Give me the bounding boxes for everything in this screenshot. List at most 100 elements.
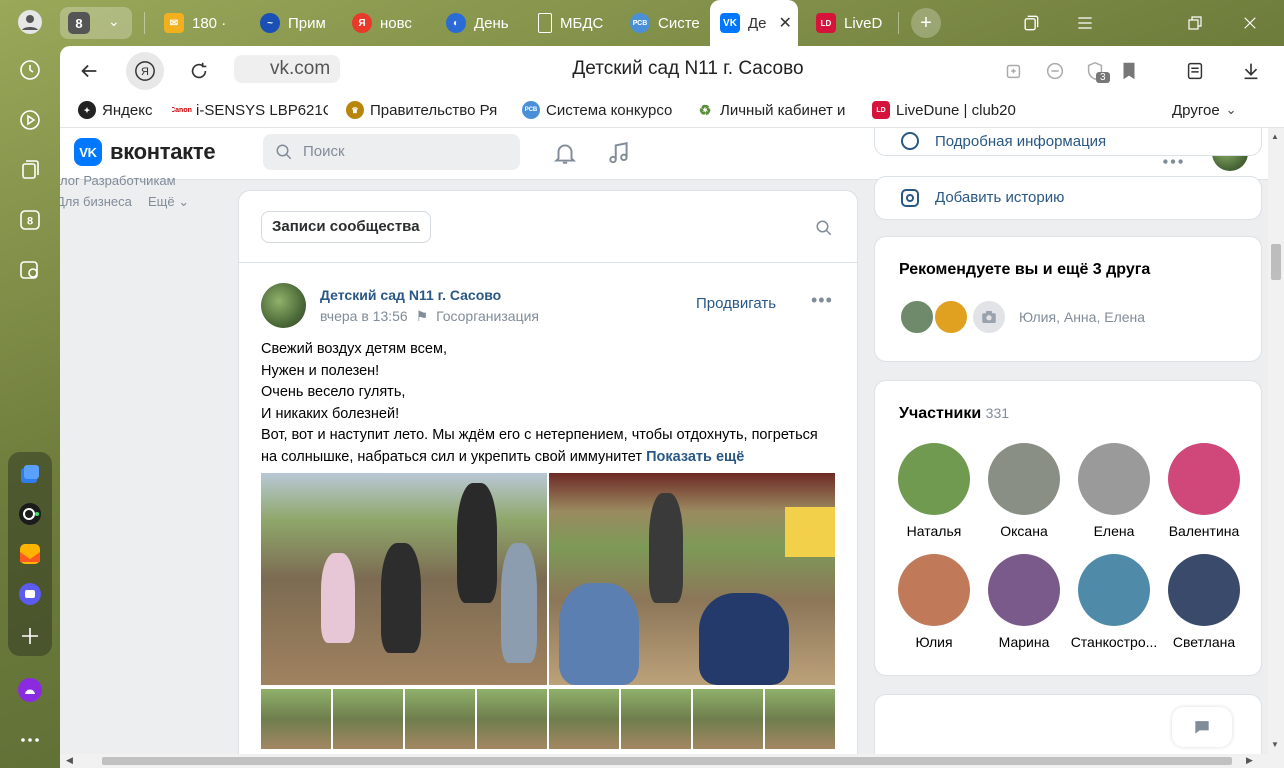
music-note-icon[interactable] bbox=[606, 140, 632, 166]
tab-group-button[interactable]: 8 ⌄ bbox=[60, 7, 132, 39]
member-name: Светлана bbox=[1172, 634, 1236, 650]
left-nav-business[interactable]: Для бизнеса bbox=[60, 194, 132, 209]
show-more-link[interactable]: Показать ещё bbox=[646, 449, 744, 465]
promote-button[interactable]: Продвигать bbox=[696, 295, 776, 312]
post-thumbnail[interactable] bbox=[765, 689, 835, 749]
member-item[interactable]: Светлана bbox=[1159, 554, 1249, 650]
post-time[interactable]: вчера в 13:56 bbox=[320, 308, 408, 324]
tab-counter-icon[interactable]: 8 bbox=[16, 206, 44, 234]
tab-day[interactable]: ◐ День bbox=[446, 8, 514, 38]
zoom-out-icon[interactable] bbox=[1036, 52, 1074, 90]
search-input[interactable]: Поиск bbox=[263, 134, 520, 170]
more-options-icon[interactable]: ••• bbox=[811, 290, 833, 311]
reader-mode-icon[interactable] bbox=[1176, 52, 1214, 90]
member-item[interactable]: Юлия bbox=[889, 554, 979, 650]
add-app-icon[interactable] bbox=[16, 622, 44, 650]
close-window-icon[interactable] bbox=[1235, 8, 1265, 38]
post-meta: вчера в 13:56 ⚑ Госорганизация bbox=[320, 308, 539, 325]
screenshot-camera-icon[interactable] bbox=[16, 256, 44, 284]
post-thumbnail[interactable] bbox=[477, 689, 547, 749]
bookmarks-other[interactable]: Другое ⌄ bbox=[1172, 100, 1252, 120]
reload-icon[interactable] bbox=[180, 52, 218, 90]
tab-prim[interactable]: ~ Прим bbox=[260, 8, 334, 38]
post-thumbnail[interactable] bbox=[333, 689, 403, 749]
alice-app-icon[interactable] bbox=[16, 500, 44, 528]
document-icon bbox=[538, 13, 552, 33]
post-author-avatar[interactable] bbox=[261, 283, 306, 328]
tab-vk-active[interactable]: VK Де ✕ bbox=[710, 0, 798, 46]
history-icon[interactable] bbox=[16, 56, 44, 84]
shield-icon[interactable]: 3 bbox=[1076, 52, 1114, 90]
bookmark-personal-cabinet[interactable]: ♻ Личный кабинет и bbox=[696, 100, 854, 120]
cloud-drive-icon[interactable] bbox=[16, 460, 44, 488]
bookmark-livedune[interactable]: LD LiveDune | club20 bbox=[872, 100, 1030, 120]
profile-icon[interactable] bbox=[16, 8, 44, 36]
tab-system[interactable]: РСВ Систе bbox=[630, 8, 700, 38]
url-field[interactable]: vk.com bbox=[234, 55, 341, 83]
mail-app-icon[interactable] bbox=[16, 540, 44, 568]
yandex-button-icon[interactable]: Я bbox=[126, 52, 164, 90]
scroll-up-icon[interactable]: ▲ bbox=[1271, 132, 1279, 141]
bookmark-contest-system[interactable]: РСВ Система конкурсо bbox=[522, 100, 680, 120]
horizontal-scrollbar[interactable]: ◀ ▶ bbox=[60, 754, 1284, 768]
close-tab-icon[interactable]: ✕ bbox=[779, 13, 792, 33]
page-title: Детский сад N11 г. Сасово bbox=[572, 58, 804, 79]
scroll-down-icon[interactable]: ▼ bbox=[1271, 740, 1279, 749]
messenger-app-icon[interactable] bbox=[16, 580, 44, 608]
horizontal-scroll-thumb[interactable] bbox=[102, 757, 1232, 765]
vk-logo[interactable]: VK вконтакте bbox=[74, 138, 216, 166]
bookmark-icon[interactable] bbox=[1110, 52, 1148, 90]
alice-assistant-icon[interactable] bbox=[16, 676, 44, 704]
friend-avatar[interactable] bbox=[933, 299, 969, 335]
scroll-right-icon[interactable]: ▶ bbox=[1246, 755, 1253, 766]
info-icon bbox=[901, 132, 919, 150]
restore-window-icon[interactable] bbox=[1180, 8, 1210, 38]
member-item[interactable]: Станкостро... bbox=[1069, 554, 1159, 650]
tab-mbdou[interactable]: МБДС bbox=[538, 8, 606, 38]
collections-icon[interactable] bbox=[16, 156, 44, 184]
new-tab-button[interactable]: + bbox=[911, 8, 941, 38]
post-author-name[interactable]: Детский сад N11 г. Сасово bbox=[320, 287, 501, 303]
tab-livedune[interactable]: LD LiveD bbox=[816, 8, 890, 38]
post-thumbnail[interactable] bbox=[261, 689, 331, 749]
community-posts-button[interactable]: Записи сообщества bbox=[261, 211, 431, 243]
download-icon[interactable] bbox=[1232, 52, 1270, 90]
detailed-info-card[interactable]: Подробная информация bbox=[874, 128, 1262, 156]
vertical-scroll-thumb[interactable] bbox=[1271, 244, 1281, 280]
bookmark-government[interactable]: ♛ Правительство Ря bbox=[346, 100, 504, 120]
collections-add-icon[interactable] bbox=[994, 52, 1032, 90]
left-nav-row1[interactable]: лог Разработчикам bbox=[60, 173, 176, 188]
notifications-bell-icon[interactable] bbox=[552, 140, 578, 166]
chat-bubble-icon[interactable] bbox=[1172, 707, 1232, 747]
recommend-names[interactable]: Юлия, Анна, Елена bbox=[1019, 309, 1145, 325]
bookmark-canon[interactable]: Canon i-SENSYS LBP621C bbox=[172, 100, 328, 120]
member-item[interactable]: Наталья bbox=[889, 443, 979, 539]
post-thumbnail[interactable] bbox=[549, 689, 619, 749]
menu-icon[interactable] bbox=[1070, 8, 1100, 38]
friend-avatar[interactable] bbox=[899, 299, 935, 335]
tabs-overview-icon[interactable] bbox=[1016, 8, 1046, 38]
back-arrow-icon[interactable] bbox=[70, 52, 108, 90]
member-item[interactable]: Валентина bbox=[1159, 443, 1249, 539]
add-story-card[interactable]: Добавить историю bbox=[874, 176, 1262, 220]
member-item[interactable]: Марина bbox=[979, 554, 1069, 650]
scroll-left-icon[interactable]: ◀ bbox=[66, 755, 73, 766]
photo-figure bbox=[699, 593, 789, 685]
left-nav-more[interactable]: Ещё ⌄ bbox=[148, 194, 189, 210]
member-name: Оксана bbox=[1000, 523, 1048, 539]
post-thumbnail[interactable] bbox=[621, 689, 691, 749]
post-thumbnail[interactable] bbox=[405, 689, 475, 749]
post-photo-2[interactable] bbox=[549, 473, 835, 685]
tab-yandex-news[interactable]: Я новс bbox=[352, 8, 422, 38]
tab-mail[interactable]: ✉ 180 · bbox=[164, 8, 242, 38]
post-photo-1[interactable] bbox=[261, 473, 547, 685]
member-item[interactable]: Елена bbox=[1069, 443, 1159, 539]
camera-placeholder-icon bbox=[971, 299, 1007, 335]
more-dots-icon[interactable] bbox=[16, 726, 44, 754]
vertical-scrollbar[interactable]: ▲ ▼ bbox=[1268, 128, 1284, 754]
bookmark-yandex[interactable]: ✦ Яндекс bbox=[78, 100, 160, 120]
wall-search-icon[interactable] bbox=[815, 219, 833, 237]
video-play-icon[interactable] bbox=[16, 106, 44, 134]
post-thumbnail[interactable] bbox=[693, 689, 763, 749]
member-item[interactable]: Оксана bbox=[979, 443, 1069, 539]
